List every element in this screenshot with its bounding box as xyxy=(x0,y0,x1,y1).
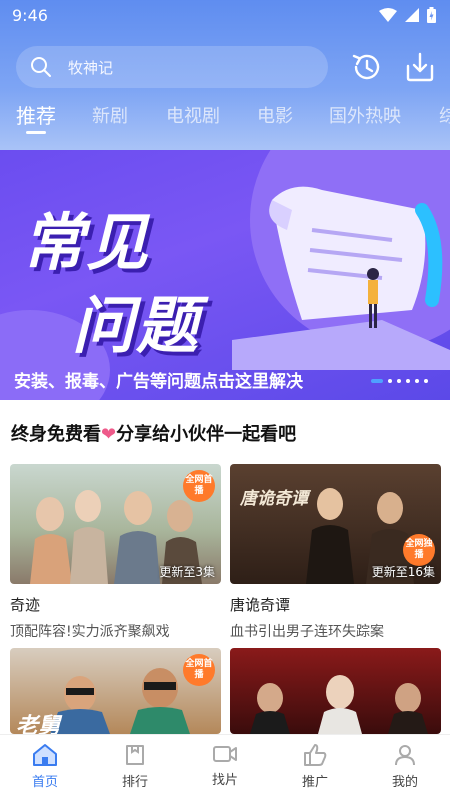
share-section-title: 终身免费看❤分享给小伙伴一起看吧 xyxy=(11,420,296,446)
video-card[interactable]: 老舅 全网首播 xyxy=(10,648,221,734)
carousel-dot xyxy=(415,379,419,383)
search-icon xyxy=(31,57,51,77)
poster-image: 老舅 全网首播 xyxy=(10,648,221,734)
history-icon[interactable] xyxy=(350,50,384,84)
video-description: 血书引出男子连环失踪案 xyxy=(230,624,384,640)
rank-icon xyxy=(126,745,144,765)
tab-indicator xyxy=(26,131,46,134)
bottom-navigation: 首页 排行 找片 推广 我的 xyxy=(0,734,450,800)
video-description: 顶配阵容!实力派齐聚飙戏 xyxy=(10,624,170,640)
search-input[interactable]: 牧神记 xyxy=(16,46,328,88)
heart-icon: ❤ xyxy=(101,424,117,445)
episode-count: 更新至3集 xyxy=(159,565,215,579)
status-bar: 9:46 xyxy=(0,0,450,32)
category-tabs: 推荐 新剧 电视剧 电影 国外热映 综 xyxy=(0,100,450,136)
nav-profile[interactable]: 我的 xyxy=(375,743,435,790)
nav-home[interactable]: 首页 xyxy=(15,743,75,790)
tab-foreign-hits[interactable]: 国外热映 xyxy=(329,102,401,128)
user-icon xyxy=(395,745,415,766)
nav-label: 我的 xyxy=(391,775,418,790)
nav-find-movie[interactable]: 找片 xyxy=(195,743,255,788)
carousel-dot-active xyxy=(371,379,383,383)
banner-caption: 安装、报毒、广告等问题点击这里解决 xyxy=(14,372,303,392)
exclusive-badge: 全网首播 xyxy=(183,654,215,686)
tab-tv-series[interactable]: 电视剧 xyxy=(166,102,220,128)
signal-icon xyxy=(405,8,419,22)
tab-new-drama[interactable]: 新剧 xyxy=(92,102,128,128)
faq-banner[interactable]: 常见 问题 安装、报毒、广告等问题点击这里解决 xyxy=(0,150,450,400)
carousel-dot xyxy=(388,379,392,383)
video-card[interactable]: 唐诡奇谭 全网独播 更新至16集 唐诡奇谭 血书引出男子连环失踪案 xyxy=(230,464,441,641)
document-illustration xyxy=(232,186,450,370)
video-icon xyxy=(213,746,237,762)
poster-image: 全网首播 更新至3集 xyxy=(10,464,221,584)
video-title: 奇迹 xyxy=(10,596,41,614)
nav-label: 排行 xyxy=(121,775,148,790)
tab-variety[interactable]: 综 xyxy=(439,102,450,128)
poster-image xyxy=(230,648,441,734)
nav-label: 找片 xyxy=(211,773,238,788)
carousel-indicator xyxy=(371,379,428,383)
nav-promote[interactable]: 推广 xyxy=(285,743,345,790)
section-title-suffix: 分享给小伙伴一起看吧 xyxy=(116,424,297,445)
video-card[interactable]: 全网首播 更新至3集 奇迹 顶配阵容!实力派齐聚飙戏 xyxy=(10,464,221,641)
carousel-dot xyxy=(397,379,401,383)
carousel-dot xyxy=(424,379,428,383)
exclusive-badge: 全网首播 xyxy=(183,470,215,502)
status-time: 9:46 xyxy=(12,6,48,25)
video-title: 唐诡奇谭 xyxy=(230,596,291,614)
poster-title: 唐诡奇谭 xyxy=(240,489,308,509)
poster-title: 老舅 xyxy=(16,714,61,734)
tab-recommend[interactable]: 推荐 xyxy=(16,100,56,129)
nav-label: 推广 xyxy=(301,775,328,790)
poster-people xyxy=(250,675,428,734)
header: 9:46 牧神记 推荐 新剧 电视剧 电影 国外热映 综 xyxy=(0,0,450,150)
poster-image: 唐诡奇谭 全网独播 更新至16集 xyxy=(230,464,441,584)
home-icon xyxy=(33,744,57,766)
section-title-prefix: 终身免费看 xyxy=(11,424,101,445)
search-placeholder: 牧神记 xyxy=(68,58,114,77)
thumbs-up-icon xyxy=(304,744,327,766)
carousel-dot xyxy=(406,379,410,383)
tab-movies[interactable]: 电影 xyxy=(257,102,293,128)
download-icon[interactable] xyxy=(403,50,437,84)
episode-count: 更新至16集 xyxy=(371,565,435,579)
exclusive-badge: 全网独播 xyxy=(403,534,435,566)
video-card[interactable] xyxy=(230,648,441,734)
nav-ranking[interactable]: 排行 xyxy=(105,743,165,790)
banner-title-line2: 问题 xyxy=(72,289,201,362)
wifi-icon xyxy=(379,8,397,22)
nav-label: 首页 xyxy=(31,775,58,790)
battery-icon xyxy=(427,7,436,23)
banner-title-line1: 常见 xyxy=(22,206,151,279)
